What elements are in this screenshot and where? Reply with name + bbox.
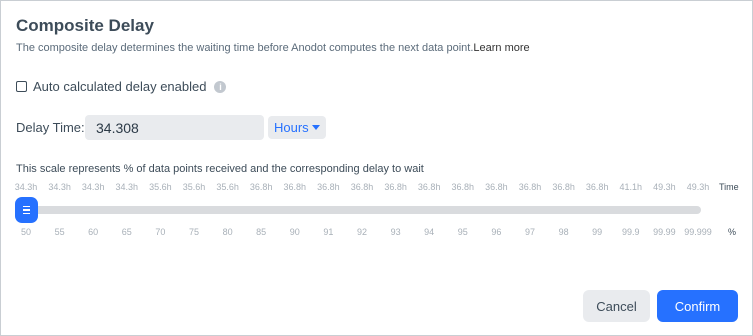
grip-line <box>23 205 30 208</box>
grip-line <box>23 212 30 215</box>
percent-tick-label: 95 <box>457 227 468 237</box>
grip-line <box>23 209 30 211</box>
time-tick-label: 36.8h <box>350 182 374 192</box>
delay-scale-track[interactable] <box>26 206 701 214</box>
confirm-button[interactable]: Confirm <box>657 290 738 322</box>
percent-tick-label: 90 <box>289 227 300 237</box>
delay-time-input[interactable] <box>85 115 264 140</box>
percent-tick-label: 65 <box>121 227 132 237</box>
time-tick-label: 49.3h <box>653 182 676 192</box>
percent-axis-unit: % <box>728 227 737 237</box>
delay-scale-handle[interactable] <box>15 197 38 223</box>
time-tick-label: 35.6h <box>149 182 172 192</box>
time-tick-label: 34.3h <box>81 182 105 192</box>
time-tick-label: 34.3h <box>14 182 38 192</box>
percent-tick-label: 99.9 <box>622 227 640 237</box>
time-tick-label: 36.8h <box>485 182 508 192</box>
time-tick-label: 36.8h <box>317 182 340 192</box>
percent-tick-label: 93 <box>390 227 401 237</box>
time-tick-label: 35.6h <box>182 182 206 192</box>
time-tick-label: 36.8h <box>585 182 609 192</box>
delay-time-label: Delay Time: <box>16 120 85 135</box>
percent-tick-label: 99 <box>592 227 603 237</box>
percent-tick-label: 99.999 <box>684 227 712 237</box>
time-tick-label: 36.8h <box>451 182 475 192</box>
learn-more-link[interactable]: Learn more <box>473 42 529 54</box>
time-tick-label: 34.3h <box>48 182 71 192</box>
time-tick-label: 36.8h <box>417 182 441 192</box>
description-text: The composite delay determines the waiti… <box>16 42 474 54</box>
time-tick-label: 36.8h <box>249 182 273 192</box>
percent-tick-label: 75 <box>188 227 200 237</box>
dialog-description: The composite delay determines the waiti… <box>16 42 530 54</box>
percent-tick-label: 80 <box>222 227 233 237</box>
percent-tick-label: 70 <box>155 227 166 237</box>
auto-delay-row: Auto calculated delay enabled i <box>16 79 227 94</box>
percent-tick-label: 92 <box>356 227 368 237</box>
percent-tick-label: 55 <box>54 227 65 237</box>
time-tick-label: 34.3h <box>115 182 139 192</box>
auto-delay-label[interactable]: Auto calculated delay enabled <box>33 79 206 94</box>
percent-tick-label: 99.99 <box>653 227 676 237</box>
scale-caption: This scale represents % of data points r… <box>16 163 424 175</box>
composite-delay-dialog: Composite Delay The composite delay dete… <box>0 0 753 336</box>
percent-tick-label: 94 <box>424 227 435 237</box>
percent-tick-label: 91 <box>323 227 334 237</box>
time-tick-label: 41.1h <box>619 182 643 192</box>
percent-tick-label: 50 <box>20 227 32 237</box>
cancel-button[interactable]: Cancel <box>583 290 650 322</box>
time-tick-label: 36.8h <box>552 182 575 192</box>
percent-tick-label: 98 <box>558 227 569 237</box>
chevron-down-icon <box>311 125 320 130</box>
percent-tick-label: 96 <box>491 227 502 237</box>
delay-unit-value: Hours <box>274 120 309 135</box>
time-tick-label: 49.3h <box>686 182 710 192</box>
time-tick-label: 35.6h <box>216 182 239 192</box>
time-tick-label: 36.8h <box>384 182 407 192</box>
time-axis-unit: Time <box>719 182 739 192</box>
dialog-title: Composite Delay <box>16 16 154 35</box>
time-tick-label: 36.8h <box>518 182 542 192</box>
percent-tick-label: 85 <box>256 227 267 237</box>
delay-unit-dropdown[interactable]: Hours <box>268 116 326 139</box>
percent-tick-label: 97 <box>524 227 536 237</box>
info-icon[interactable]: i <box>214 80 227 93</box>
percent-tick-label: 60 <box>88 227 99 237</box>
auto-delay-checkbox[interactable] <box>16 81 27 92</box>
time-tick-label: 36.8h <box>283 182 307 192</box>
